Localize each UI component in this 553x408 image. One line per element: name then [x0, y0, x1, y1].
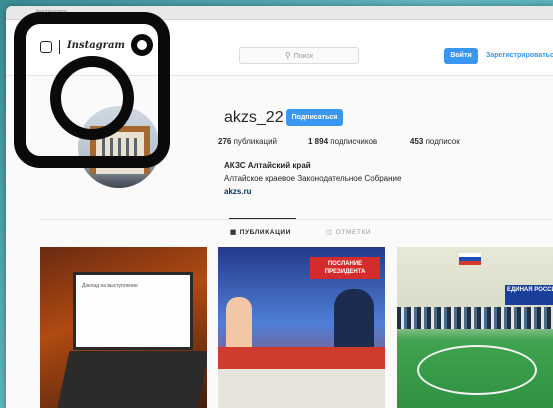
post-thumbnail-3[interactable]: ЕДИНАЯ РОССИЯ	[397, 247, 553, 408]
stat-following-count: 453	[410, 137, 424, 146]
search-placeholder: Поиск	[293, 53, 314, 60]
stat-posts-count: 276	[218, 137, 232, 146]
gym-court-marking	[417, 345, 537, 395]
tab-posts[interactable]: ▦ ПУБЛИКАЦИИ	[230, 228, 291, 236]
search-input[interactable]: ⚲ Поиск	[239, 47, 359, 64]
tag-icon: ◫	[326, 229, 333, 236]
instagram-logo-icon	[14, 12, 170, 168]
stat-posts[interactable]: 276 публикаций	[218, 137, 277, 146]
tabs-divider	[40, 219, 552, 220]
guest-figure	[334, 289, 374, 351]
tab-posts-label: ПУБЛИКАЦИИ	[239, 229, 291, 236]
party-banner: ЕДИНАЯ РОССИЯ	[505, 285, 553, 305]
tab-tagged-label: ОТМЕТКИ	[335, 229, 372, 236]
register-link[interactable]: Зарегистрироваться	[486, 48, 553, 64]
login-button[interactable]: Войти	[444, 48, 478, 64]
presenter-figure	[226, 297, 252, 353]
active-tab-indicator	[229, 218, 296, 219]
post-thumbnail-1[interactable]: Доклад на выступление	[40, 247, 207, 408]
grid-icon: ▦	[230, 229, 237, 236]
stat-followers-label: подписчиков	[330, 137, 378, 146]
stat-followers[interactable]: 1 894 подписчиков	[308, 137, 377, 146]
stat-followers-count: 1 894	[308, 137, 329, 146]
crowd	[397, 307, 553, 329]
tv-banner: ПОСЛАНИЕ ПРЕЗИДЕНТА	[310, 257, 380, 279]
stat-following-label: подписок	[425, 137, 460, 146]
russian-flag	[459, 253, 481, 265]
stat-following[interactable]: 453 подписок	[410, 137, 460, 146]
laptop-keyboard	[54, 351, 207, 408]
profile-full-name: АКЗС Алтайский край	[224, 161, 311, 170]
profile-username: akzs_22	[224, 109, 284, 126]
follow-button[interactable]: Подписаться	[286, 109, 343, 126]
camera-lens-shape	[50, 56, 134, 140]
profile-website-link[interactable]: akzs.ru	[224, 187, 252, 196]
studio-floor	[218, 369, 385, 408]
search-icon: ⚲	[284, 51, 291, 60]
stat-posts-label: публикаций	[233, 137, 278, 146]
camera-flash-dot	[131, 34, 153, 56]
studio-desk	[218, 347, 385, 369]
laptop-screen-text: Доклад на выступление	[82, 283, 138, 289]
laptop-screen: Доклад на выступление	[73, 272, 193, 350]
profile-bio: Алтайское краевое Законодательное Собран…	[224, 174, 402, 183]
post-thumbnail-2[interactable]: ПОСЛАНИЕ ПРЕЗИДЕНТА	[218, 247, 385, 408]
tab-tagged[interactable]: ◫ ОТМЕТКИ	[326, 228, 371, 236]
